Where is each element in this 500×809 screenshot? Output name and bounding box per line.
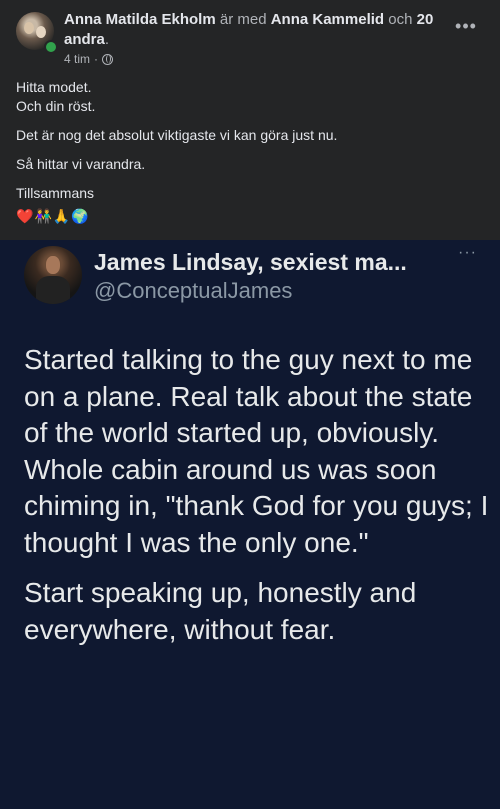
post-line: Tillsammans — [16, 185, 95, 201]
emoji-row: ❤️ 👫 🙏 🌍 — [16, 208, 89, 225]
author-line: Anna Matilda Ekholm är med Anna Kammelid… — [64, 10, 434, 50]
more-options-button[interactable]: ••• — [452, 16, 480, 44]
tweet-author-avatar — [24, 246, 82, 304]
tweet-paragraph: Started talking to the guy next to me on… — [24, 344, 489, 558]
period-text: . — [104, 31, 110, 48]
tweet-screenshot-image[interactable]: James Lindsay, sexiest ma... @Conceptual… — [0, 240, 500, 809]
and-text: och — [388, 11, 413, 28]
with-text: är med — [219, 11, 267, 28]
globe-icon — [102, 53, 114, 65]
post-text: Hitta modet. Och din röst. Det är nog de… — [16, 78, 486, 203]
globe-emoji-icon: 🌍 — [71, 208, 89, 224]
post-header: Anna Matilda Ekholm är med Anna Kammelid… — [0, 0, 500, 80]
post-line: Det är nog det absolut viktigaste vi kan… — [16, 127, 338, 143]
tweet-more-icon: ··· — [458, 244, 477, 261]
author-name-link[interactable]: Anna Matilda Ekholm — [64, 11, 216, 28]
tweet-body: Started talking to the guy next to me on… — [24, 342, 494, 648]
post-line: Hitta modet. — [16, 79, 92, 95]
post-line: Och din röst. — [16, 98, 96, 114]
post-line: Så hittar vi varandra. — [16, 156, 146, 172]
heart-emoji-icon: ❤️ — [16, 208, 34, 224]
post-time[interactable]: 4 tim — [64, 52, 90, 66]
meta-separator: · — [94, 52, 99, 66]
tweet-author-handle: @ConceptualJames — [94, 278, 293, 303]
tweet-author-name: James Lindsay, sexiest ma... — [94, 249, 407, 275]
couple-emoji-icon: 👫 — [34, 208, 52, 224]
online-status-dot — [44, 40, 58, 54]
tagged-name-link[interactable]: Anna Kammelid — [271, 11, 384, 28]
tweet-paragraph: Start speaking up, honestly and everywhe… — [24, 577, 417, 645]
post-meta: 4 tim · — [64, 52, 114, 66]
praying-hands-emoji-icon: 🙏 — [52, 208, 71, 224]
